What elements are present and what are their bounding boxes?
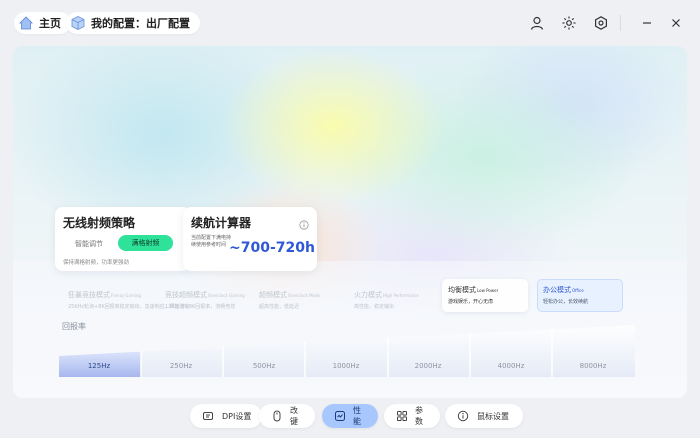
mode-name: 狂暴竞技模式: [68, 291, 110, 299]
info-icon[interactable]: [299, 215, 309, 234]
tab-params[interactable]: 参数: [384, 404, 440, 428]
battery-title: 续航计算器: [191, 216, 252, 230]
battery-calculator-card: 续航计算器 当前配置下满电持续使用参考时间 ~700-720h: [183, 207, 317, 271]
mode-desc: 游戏娱乐，开心无虑: [448, 299, 494, 305]
dpi-icon: [200, 408, 216, 424]
home-label: 主页: [39, 17, 61, 30]
rate-option-2000[interactable]: 2000Hz: [398, 362, 458, 370]
tab-label: DPI设置: [222, 411, 252, 421]
battery-range: ~700-720h: [229, 240, 315, 256]
mode-tag: High Performance: [383, 293, 419, 298]
mode-name: 超频模式: [259, 291, 287, 299]
mode-tag: Low Power: [477, 288, 499, 293]
mode-name: 竞技超频模式: [165, 291, 207, 299]
tab-label: 鼠标设置: [477, 411, 509, 421]
brightness-icon[interactable]: [559, 13, 579, 33]
tab-label: 参数: [415, 406, 423, 426]
rate-option-125[interactable]: 125Hz: [69, 362, 129, 370]
performance-icon: [332, 408, 347, 424]
mode-tag: Frenzy Gaming: [111, 293, 141, 298]
tab-dpi[interactable]: DPI设置: [190, 404, 262, 428]
mode-name: 办公模式: [543, 286, 571, 294]
mode-name: 均衡模式: [448, 286, 476, 294]
mode-office[interactable]: 办公模式Office 轻松办公，长效续航: [537, 279, 623, 312]
top-bar: 主页 我的配置：出厂配置: [0, 0, 700, 46]
tab-performance[interactable]: 性能: [322, 404, 378, 428]
mode-frenzy-gaming[interactable]: 狂暴竞技模式Frenzy Gaming 25KHz轮询+8K回报率稳定输出，急速…: [62, 284, 190, 317]
mode-high-performance[interactable]: 火力模式High Performance 高性能，稳定输出: [348, 284, 434, 317]
home-icon: [18, 15, 34, 31]
mode-overclock-gaming[interactable]: 竞技超频模式Overclock Gaming 12K轮询+8K回报率，流畅竞技: [159, 284, 245, 317]
mode-desc: 超高性能，低延迟: [259, 304, 300, 310]
info-icon: [455, 408, 471, 424]
rf-desc: 保持满格射频，功率更强劲: [63, 260, 130, 266]
user-icon[interactable]: [527, 13, 547, 33]
mode-overclock[interactable]: 超频模式Overclock Mode 超高性能，低延迟: [253, 284, 339, 317]
tab-label: 性能: [353, 406, 361, 426]
tab-label: 改键: [290, 406, 298, 426]
rate-option-250[interactable]: 250Hz: [151, 362, 211, 370]
rate-option-500[interactable]: 500Hz: [234, 362, 294, 370]
mode-tag: Overclock Gaming: [208, 293, 245, 298]
settings-icon[interactable]: [591, 13, 611, 33]
minimize-icon[interactable]: [637, 13, 657, 33]
tab-keymap[interactable]: 改键: [259, 404, 315, 428]
config-button[interactable]: 我的配置：出厂配置: [66, 12, 200, 34]
divider: [620, 15, 621, 31]
full-rf-toggle[interactable]: 满格射频: [118, 235, 173, 251]
cube-icon: [70, 15, 86, 31]
smart-adjust-option[interactable]: 智能调节: [75, 239, 103, 249]
bottom-nav: DPI设置 改键 性能 参数 鼠标设置: [0, 404, 700, 432]
home-button[interactable]: 主页: [14, 12, 71, 34]
mode-desc: 轻松办公，长效续航: [543, 299, 589, 305]
mode-name: 火力模式: [354, 291, 382, 299]
mode-tag: Overclock Mode: [288, 293, 320, 298]
rf-title: 无线射频策略: [63, 216, 136, 230]
mode-desc: 12K轮询+8K回报率，流畅竞技: [165, 304, 236, 310]
rate-option-1000[interactable]: 1000Hz: [316, 362, 376, 370]
close-icon[interactable]: [666, 13, 686, 33]
tab-mouse-settings[interactable]: 鼠标设置: [445, 404, 523, 428]
mode-tag: Office: [572, 288, 584, 293]
mode-desc: 高性能，稳定输出: [354, 304, 395, 310]
mouse-icon: [269, 408, 284, 424]
config-label: 我的配置：出厂配置: [91, 17, 190, 30]
rf-strategy-card: 无线射频策略 智能调节 满格射频 保持满格射频，功率更强劲: [55, 207, 191, 271]
grid-icon: [394, 408, 409, 424]
rate-option-4000[interactable]: 4000Hz: [481, 362, 541, 370]
battery-desc: 当前配置下满电持续使用参考时间: [191, 235, 232, 248]
rate-option-8000[interactable]: 8000Hz: [563, 362, 623, 370]
mode-balanced[interactable]: 均衡模式Low Power 游戏娱乐，开心无虑: [442, 279, 528, 312]
